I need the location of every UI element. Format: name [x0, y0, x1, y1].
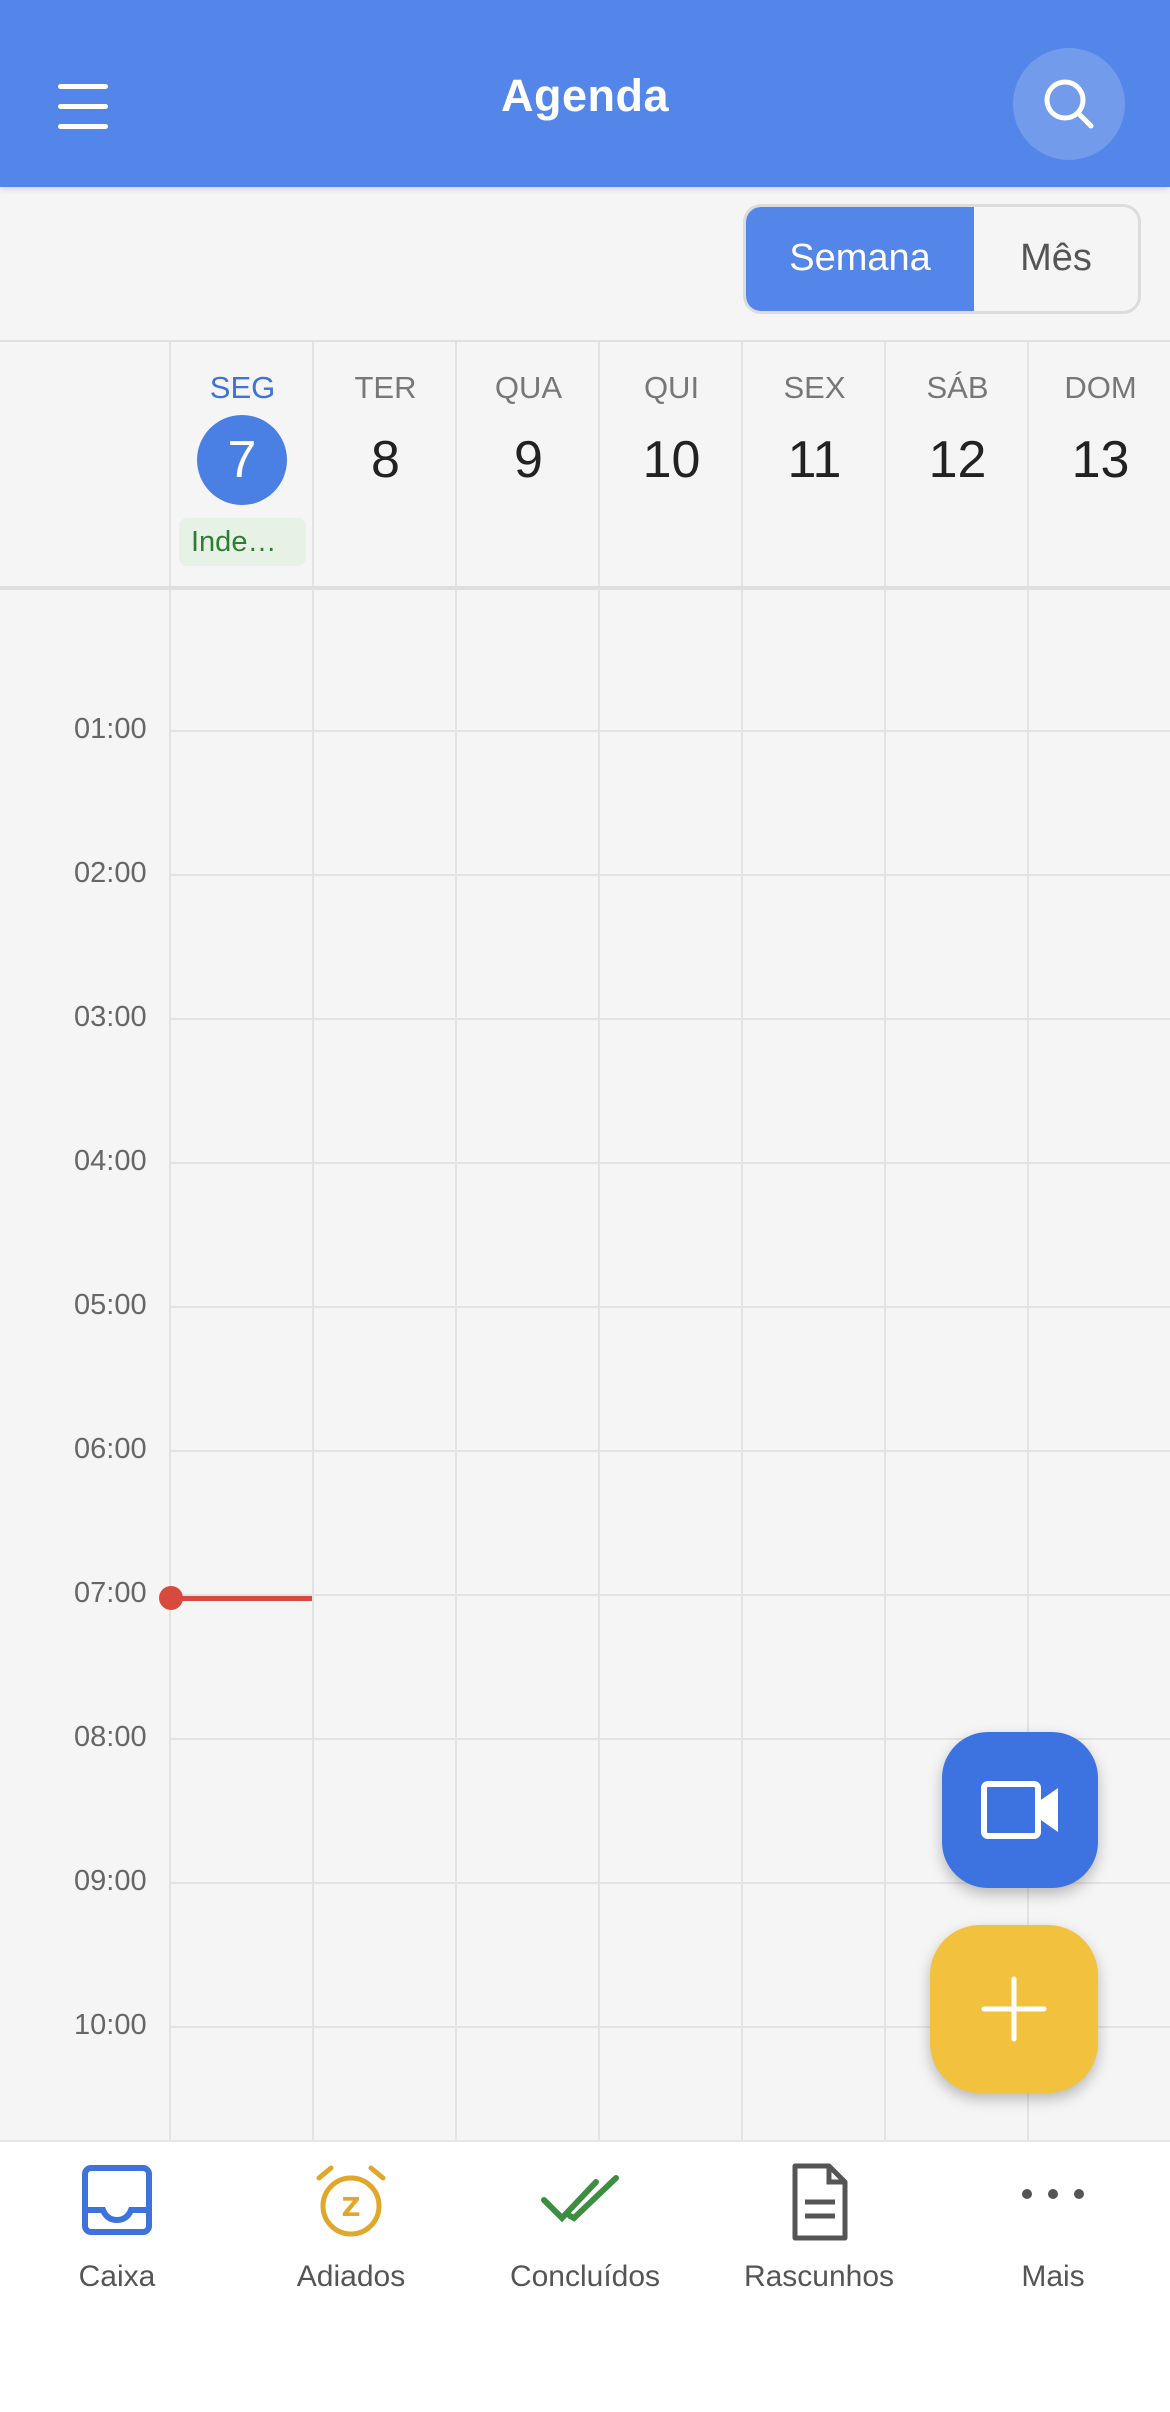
day-column-header[interactable]: SÁB 12 [884, 342, 1029, 586]
grid-column-divider [741, 588, 743, 2140]
day-column-header[interactable]: QUA 9 [455, 342, 600, 586]
app-bar: Agenda [0, 0, 1170, 187]
time-label: 04:00 [74, 1145, 147, 1177]
day-number: 9 [514, 431, 543, 489]
grid-column-divider [1027, 588, 1029, 2140]
hour-line [170, 730, 1170, 732]
nav-label: Adiados [296, 2260, 406, 2293]
hour-line [170, 1450, 1170, 1452]
day-column-header[interactable]: DOM 13 [1027, 342, 1170, 586]
search-icon [1044, 79, 1094, 129]
day-name: SEX [783, 370, 846, 405]
time-label: 03:00 [74, 1001, 147, 1033]
day-name: TER [354, 370, 417, 405]
nav-item-rascunhos[interactable]: Rascunhos [702, 2142, 936, 2412]
nav-item-mais[interactable]: Mais [936, 2142, 1170, 2412]
nav-item-adiados[interactable]: Z Adiados [234, 2142, 468, 2412]
svg-text:Z: Z [342, 2193, 361, 2223]
document-icon [792, 2163, 848, 2241]
all-day-event-chip[interactable]: Inde… [179, 518, 306, 566]
day-column-header[interactable]: TER 8 [312, 342, 457, 586]
day-number: 8 [371, 431, 400, 489]
hour-line [170, 1162, 1170, 1164]
day-column-header[interactable]: SEX 11 [741, 342, 886, 586]
time-label: 02:00 [74, 857, 147, 889]
page-title: Agenda [500, 70, 669, 121]
view-toggle: Semana Mês [743, 204, 1141, 314]
day-column-header[interactable]: SEG 7 Inde… [169, 342, 314, 586]
today-date-badge: 7 [197, 415, 287, 505]
grid-column-divider [169, 588, 171, 2140]
snooze-alarm-icon: Z [316, 2165, 386, 2237]
inbox-icon [82, 2165, 152, 2235]
day-number: 12 [928, 431, 987, 489]
week-day-header: SEG 7 Inde… TER 8 QUA 9 QUI 10 SEX 11 SÁ… [0, 340, 1170, 590]
day-number: 13 [1071, 431, 1130, 489]
nav-label: Rascunhos [743, 2260, 895, 2293]
current-time-line [170, 1596, 312, 1601]
grid-column-divider [598, 588, 600, 2140]
nav-item-caixa[interactable]: Caixa [0, 2142, 234, 2412]
add-event-button[interactable] [930, 1925, 1098, 2093]
time-label: 08:00 [74, 1721, 147, 1753]
day-name: QUA [494, 370, 563, 405]
week-view-button[interactable]: Semana [746, 207, 974, 311]
nav-label: Mais [1021, 2260, 1085, 2293]
grid-column-divider [312, 588, 314, 2140]
day-name: DOM [1064, 370, 1137, 405]
more-horizontal-icon [1022, 2189, 1084, 2199]
time-label: 01:00 [74, 713, 147, 745]
hour-line [170, 874, 1170, 876]
day-number: 11 [787, 431, 842, 489]
day-name: QUI [643, 370, 700, 405]
video-call-button[interactable] [942, 1732, 1098, 1888]
day-name: SÁB [926, 370, 989, 405]
grid-column-divider [455, 588, 457, 2140]
grid-column-divider [884, 588, 886, 2140]
day-name: SEG [209, 370, 276, 405]
current-time-dot [159, 1586, 183, 1610]
day-number: 10 [642, 431, 701, 489]
double-check-icon [541, 2175, 619, 2223]
time-label: 06:00 [74, 1433, 147, 1465]
plus-icon [981, 1976, 1047, 2042]
search-button[interactable] [1013, 48, 1125, 160]
nav-label: Concluídos [509, 2260, 661, 2293]
time-label: 10:00 [74, 2009, 147, 2041]
video-camera-icon [981, 1781, 1058, 1839]
hour-line [170, 1306, 1170, 1308]
time-label: 07:00 [74, 1577, 147, 1609]
time-grid[interactable]: 01:00 02:00 03:00 04:00 05:00 06:00 07:0… [0, 588, 1170, 2140]
nav-item-concluidos[interactable]: Concluídos [468, 2142, 702, 2412]
bottom-navigation: Caixa Z Adiados Concluídos Rascunhos Mai… [0, 2140, 1170, 2412]
day-column-header[interactable]: QUI 10 [598, 342, 743, 586]
time-label: 09:00 [74, 1865, 147, 1897]
hour-line [170, 1594, 1170, 1596]
time-label: 05:00 [74, 1289, 147, 1321]
hour-line [170, 1018, 1170, 1020]
nav-label: Caixa [78, 2260, 156, 2293]
month-view-button[interactable]: Mês [974, 207, 1138, 311]
